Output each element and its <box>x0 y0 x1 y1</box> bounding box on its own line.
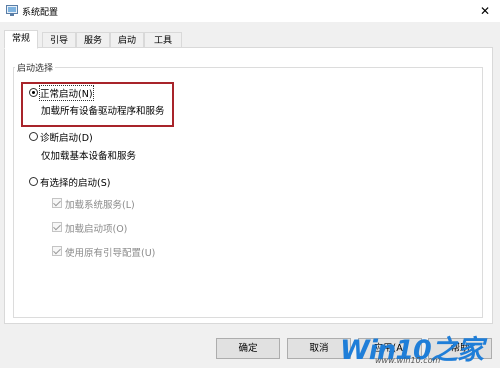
use-original-boot-config-label: 使用原有引导配置(U) <box>65 248 156 259</box>
title-bar[interactable]: 系统配置 ✕ <box>0 0 500 22</box>
selective-startup-radio[interactable] <box>29 177 38 186</box>
load-system-services-checkbox[interactable] <box>52 198 62 208</box>
group-legend: 启动选择 <box>15 61 56 74</box>
load-startup-items-checkbox[interactable] <box>52 222 62 232</box>
tab-services[interactable]: 服务 <box>76 32 110 48</box>
diagnostic-startup-label[interactable]: 诊断启动(D) <box>40 130 93 144</box>
watermark-logo: Win10之家 www.win10.com <box>340 328 500 368</box>
load-startup-items-label: 加载启动项(O) <box>65 224 128 235</box>
window-title: 系统配置 <box>22 8 59 18</box>
load-system-services-label: 加载系统服务(L) <box>65 200 135 211</box>
ok-button[interactable]: 确定 <box>216 338 280 359</box>
normal-startup-description: 加载所有设备驱动程序和服务 <box>41 106 165 117</box>
diagnostic-startup-description: 仅加载基本设备和服务 <box>41 151 137 162</box>
close-button[interactable]: ✕ <box>470 0 500 22</box>
watermark-url: www.win10.com <box>375 356 441 365</box>
system-config-window: 系统配置 ✕ 常规 引导 服务 启动 工具 启动选择 正常启动(N) 加载所有设… <box>0 0 500 368</box>
diagnostic-startup-radio[interactable] <box>29 132 38 141</box>
normal-startup-label[interactable]: 正常启动(N) <box>39 85 94 101</box>
general-tab-panel: 启动选择 正常启动(N) 加载所有设备驱动程序和服务 诊断启动(D) 仅加载基本… <box>4 47 493 324</box>
tab-general[interactable]: 常规 <box>4 30 38 49</box>
tab-boot[interactable]: 引导 <box>42 32 76 48</box>
use-original-boot-config-checkbox[interactable] <box>52 246 62 256</box>
tab-startup[interactable]: 启动 <box>110 32 144 48</box>
normal-startup-radio[interactable] <box>29 88 38 97</box>
system-config-icon <box>6 5 18 16</box>
selective-startup-label[interactable]: 有选择的启动(S) <box>40 175 110 189</box>
tab-tools[interactable]: 工具 <box>144 32 182 48</box>
